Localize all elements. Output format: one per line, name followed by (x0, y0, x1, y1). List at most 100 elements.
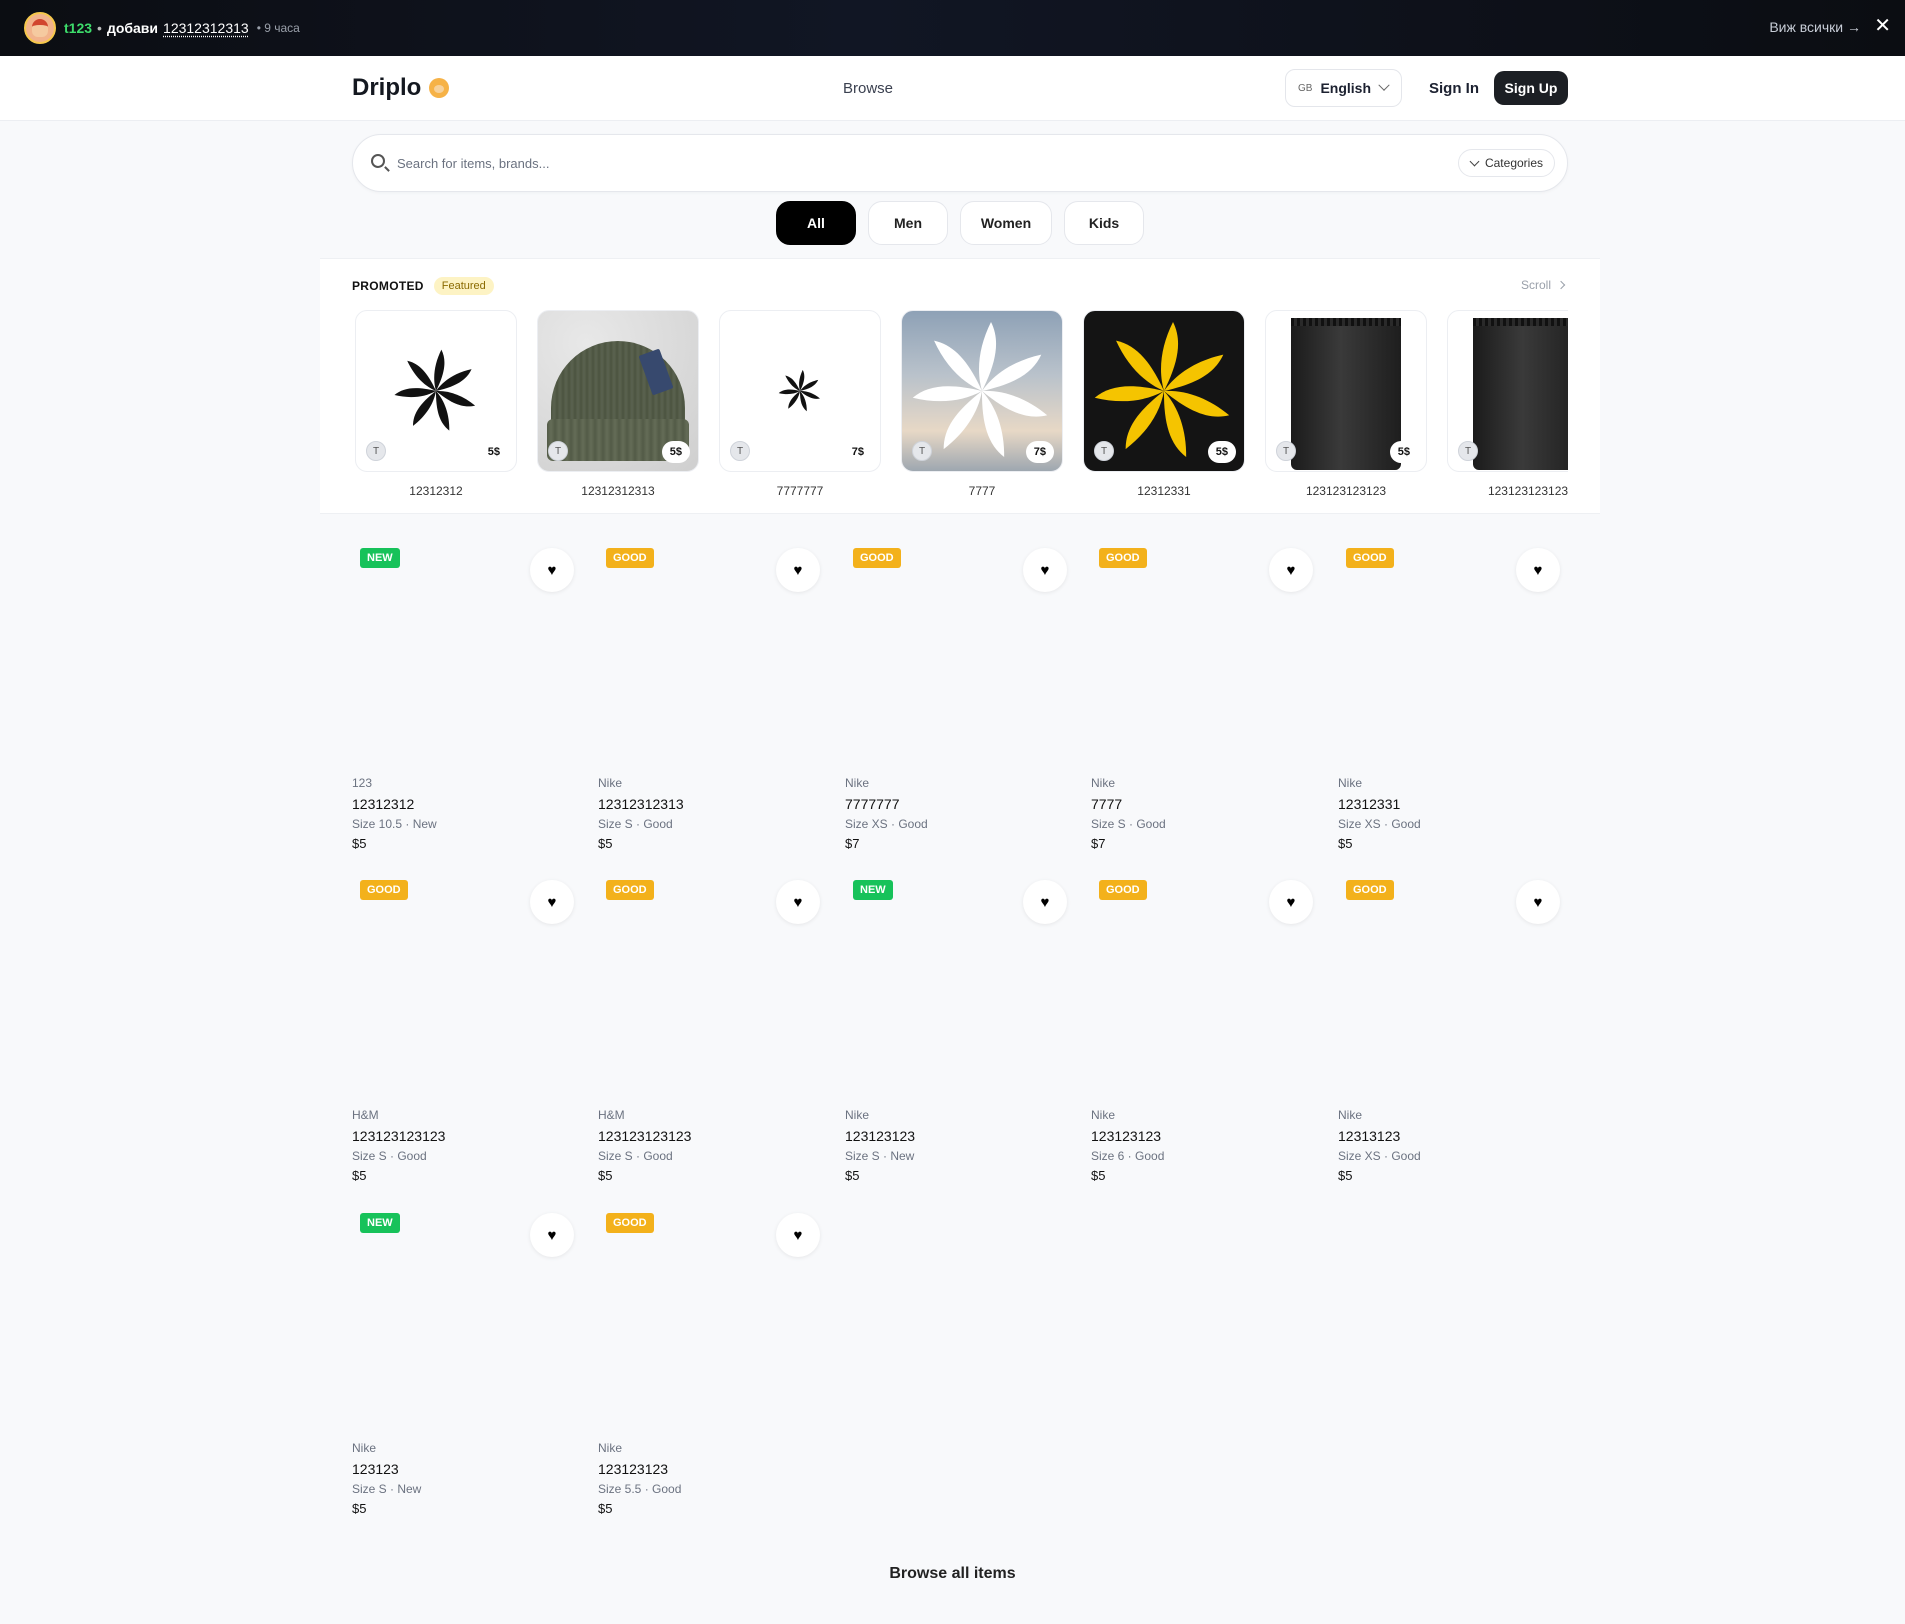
nav-browse-link[interactable]: Browse (843, 80, 893, 97)
product-card[interactable]: GOOD ♥ Nike 7777 Size S · Good $7 (1091, 540, 1321, 860)
language-selector[interactable]: GB English (1285, 69, 1402, 107)
promoted-carousel[interactable]: T 5$ 12312312 T 5$ 12312312313 T 7$ 7777… (355, 310, 1568, 510)
product-meta: Size S · New (845, 1149, 915, 1163)
promoted-item[interactable]: T 123123123123 (1447, 310, 1568, 498)
condition-badge: GOOD (606, 548, 654, 568)
seller-avatar[interactable]: T (548, 441, 568, 461)
scroll-button[interactable]: Scroll (1521, 278, 1566, 292)
product-brand: Nike (845, 776, 870, 790)
product-card[interactable]: GOOD ♥ Nike 12312331 Size XS · Good $5 (1338, 540, 1568, 860)
logo[interactable]: Driplo (352, 74, 450, 102)
heart-icon[interactable]: ♥ (1269, 880, 1313, 924)
heart-icon[interactable]: ♥ (1269, 548, 1313, 592)
star-logo-icon (394, 349, 476, 431)
heart-icon[interactable]: ♥ (776, 548, 820, 592)
sign-in-button[interactable]: Sign In (1429, 80, 1479, 97)
product-meta: Size S · Good (352, 1149, 427, 1163)
seller-avatar[interactable]: T (1094, 441, 1114, 461)
star-logo-icon (778, 369, 820, 412)
view-all-link[interactable]: Виж всички → (1769, 19, 1861, 35)
user-avatar[interactable] (24, 12, 56, 44)
product-meta: Size S · Good (1091, 817, 1166, 831)
product-card[interactable]: GOOD ♥ H&M 123123123123 Size S · Good $5 (598, 872, 828, 1192)
product-card[interactable]: NEW ♥ Nike 123123123 Size S · New $5 (845, 872, 1075, 1192)
condition-badge: GOOD (606, 880, 654, 900)
price-badge: 7$ (1025, 441, 1054, 463)
price-badge: 5$ (479, 441, 508, 463)
product-card[interactable]: GOOD ♥ Nike 123123123 Size 6 · Good $5 (1091, 872, 1321, 1192)
product-card[interactable]: NEW ♥ Nike 123123 Size S · New $5 (352, 1205, 582, 1525)
seller-avatar[interactable]: T (912, 441, 932, 461)
promoted-item-image: T 7$ (901, 310, 1063, 472)
price-badge: 5$ (661, 441, 690, 463)
product-brand: H&M (352, 1108, 379, 1122)
promoted-item[interactable]: T 5$ 12312312 (355, 310, 517, 498)
sign-up-button[interactable]: Sign Up (1494, 71, 1568, 105)
promoted-item[interactable]: T 5$ 123123123123 (1265, 310, 1427, 498)
product-card[interactable]: GOOD ♥ H&M 123123123123 Size S · Good $5 (352, 872, 582, 1192)
heart-icon[interactable]: ♥ (530, 1213, 574, 1257)
product-price: $5 (352, 1501, 367, 1516)
promoted-item[interactable]: T 7$ 7777777 (719, 310, 881, 498)
heart-icon[interactable]: ♥ (1516, 548, 1560, 592)
product-brand: Nike (1338, 1108, 1363, 1122)
tab-men[interactable]: Men (868, 201, 948, 245)
product-meta: Size 10.5 · New (352, 817, 437, 831)
promoted-item[interactable]: T 5$ 12312331 (1083, 310, 1245, 498)
heart-icon[interactable]: ♥ (1023, 880, 1067, 924)
baby-emoji-icon (429, 78, 450, 98)
browse-all-link[interactable]: Browse all items (0, 1565, 1905, 1583)
categories-dropdown-button[interactable]: Categories (1457, 149, 1555, 177)
search-input[interactable] (397, 152, 1447, 174)
seller-avatar[interactable]: T (1458, 441, 1478, 461)
heart-icon[interactable]: ♥ (1023, 548, 1067, 592)
product-card[interactable]: GOOD ♥ Nike 12312312313 Size S · Good $5 (598, 540, 828, 860)
language-label: English (1320, 80, 1372, 96)
notification-username[interactable]: t123 (64, 20, 92, 36)
heart-icon[interactable]: ♥ (776, 880, 820, 924)
seller-avatar[interactable]: T (1276, 441, 1296, 461)
product-brand: Nike (1338, 776, 1363, 790)
heart-icon[interactable]: ♥ (530, 548, 574, 592)
promoted-item-image: T 5$ (1083, 310, 1245, 472)
tab-kids[interactable]: Kids (1064, 201, 1144, 245)
product-meta: Size XS · Good (1338, 817, 1421, 831)
product-brand: Nike (598, 1441, 623, 1455)
condition-badge: NEW (360, 548, 400, 568)
product-title: 123123123123 (352, 1128, 446, 1144)
product-title: 123123123123 (598, 1128, 692, 1144)
price-badge: 5$ (1389, 441, 1418, 463)
product-title: 7777777 (845, 796, 900, 812)
promoted-item-name: 7777 (968, 484, 996, 498)
categories-label: Categories (1484, 156, 1543, 170)
product-brand: 123 (352, 776, 373, 790)
promoted-item-name: 123123123123 (1305, 484, 1387, 498)
tab-all[interactable]: All (776, 201, 856, 245)
condition-badge: GOOD (1346, 880, 1394, 900)
seller-avatar[interactable]: T (366, 441, 386, 461)
promoted-item-name: 12312312 (409, 484, 463, 498)
heart-icon[interactable]: ♥ (1516, 880, 1560, 924)
promoted-item[interactable]: T 5$ 12312312313 (537, 310, 699, 498)
product-card[interactable]: NEW ♥ 123 12312312 Size 10.5 · New $5 (352, 540, 582, 860)
product-brand: Nike (845, 1108, 870, 1122)
product-price: $7 (845, 836, 860, 851)
product-meta: Size XS · Good (1338, 1149, 1421, 1163)
product-card[interactable]: GOOD ♥ Nike 123123123 Size 5.5 · Good $5 (598, 1205, 828, 1525)
promoted-item[interactable]: T 7$ 7777 (901, 310, 1063, 498)
promoted-section: PROMOTED Featured Scroll T 5$ 12312312 T… (320, 258, 1600, 514)
heart-icon[interactable]: ♥ (530, 880, 574, 924)
product-price: $5 (1338, 1168, 1353, 1183)
product-card[interactable]: GOOD ♥ Nike 12313123 Size XS · Good $5 (1338, 872, 1568, 1192)
close-icon[interactable]: ✕ (1874, 14, 1891, 38)
tab-women[interactable]: Women (960, 201, 1052, 245)
promoted-item-image: T 7$ (719, 310, 881, 472)
seller-avatar[interactable]: T (730, 441, 750, 461)
product-title: 12312312313 (598, 796, 684, 812)
chevron-down-icon (1378, 79, 1390, 91)
promoted-item-image: T 5$ (355, 310, 517, 472)
notification-item-link[interactable]: 12312312313 (163, 20, 249, 36)
product-card[interactable]: GOOD ♥ Nike 7777777 Size XS · Good $7 (845, 540, 1075, 860)
heart-icon[interactable]: ♥ (776, 1213, 820, 1257)
promoted-item-image: T 5$ (537, 310, 699, 472)
